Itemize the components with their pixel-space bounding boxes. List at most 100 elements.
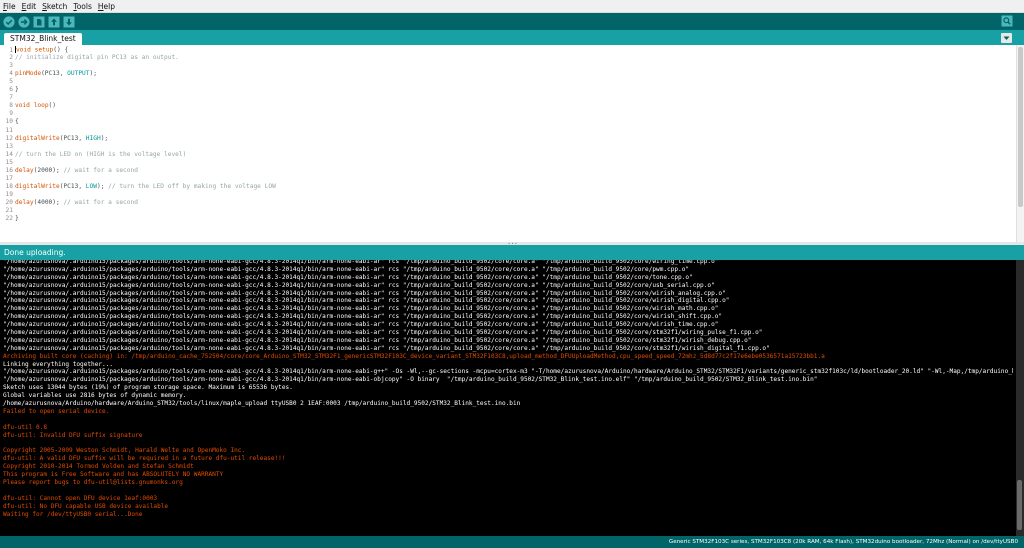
menu-sketch[interactable]: Sketch <box>42 2 67 11</box>
code-line[interactable]: 7 <box>0 94 1014 102</box>
code-token: (PC13, <box>59 182 86 190</box>
upload-icon <box>18 15 30 28</box>
line-number: 9 <box>9 110 13 118</box>
tab-sketch[interactable]: STM32_Blink_test <box>4 33 82 45</box>
code-line[interactable]: 3 <box>0 62 1014 70</box>
open-button[interactable] <box>48 16 60 28</box>
console-scrollbar[interactable] <box>1016 260 1024 536</box>
code-text: } <box>15 215 19 222</box>
toolbar <box>0 13 1024 30</box>
console-scroll-thumb[interactable] <box>1017 480 1022 530</box>
serial-monitor-icon <box>1001 15 1013 27</box>
code-line[interactable]: 1 void setup() { <box>0 46 1014 54</box>
console-line: /home/azurusnova/Arduino/hardware/Arduin… <box>3 400 521 408</box>
code-line[interactable]: 21 <box>0 207 1014 215</box>
line-number: 22 <box>5 215 13 223</box>
code-token: digitalWrite <box>15 182 60 190</box>
console-line: "/home/azurusnova/.arduino15/packages/ar… <box>3 344 770 352</box>
code-token: void <box>15 102 30 110</box>
chevron-down-icon <box>1003 36 1010 40</box>
code-line[interactable]: 6} <box>0 86 1014 94</box>
line-number: 3 <box>9 62 13 70</box>
code-line[interactable]: 22} <box>0 215 1014 223</box>
console-line: "/home/azurusnova/.arduino15/packages/ar… <box>3 265 690 273</box>
code-token: (4000); <box>33 198 64 206</box>
code-line[interactable]: 15 <box>0 159 1014 167</box>
line-number: 18 <box>5 182 13 190</box>
code-token: HIGH <box>85 134 101 142</box>
code-line[interactable]: 2// initialize digital pin PC13 as an ou… <box>0 54 1014 62</box>
code-token: ); <box>89 70 97 78</box>
line-number: 11 <box>5 126 13 134</box>
verify-icon <box>3 15 15 28</box>
code-line[interactable]: 5 <box>0 78 1014 86</box>
code-token: void <box>16 46 31 54</box>
console-line: "/home/azurusnova/.arduino15/packages/ar… <box>3 313 723 321</box>
code-text: delay(4000); // wait for a second <box>15 199 138 206</box>
save-button[interactable] <box>63 16 75 28</box>
console-line: "/home/azurusnova/.arduino15/packages/ar… <box>3 376 818 384</box>
code-text: digitalWrite(PC13, LOW); // turn the LED… <box>15 183 276 190</box>
console-line: "/home/azurusnova/.arduino15/packages/ar… <box>3 273 693 281</box>
code-text: pinMode(PC13, OUTPUT); <box>15 70 97 77</box>
new-button[interactable] <box>33 16 45 28</box>
code-line[interactable]: 11 <box>0 127 1014 135</box>
menu-edit[interactable]: Edit <box>22 2 37 11</box>
code-editor[interactable]: 1 void setup() {2// initialize digital pi… <box>0 45 1024 242</box>
line-number: 17 <box>5 174 13 182</box>
menu-tools[interactable]: Tools <box>73 2 91 11</box>
console-line: Linking everything together... <box>3 360 114 368</box>
console-line: Copyright 2005-2009 Weston Schmidt, Hara… <box>3 447 246 455</box>
line-number: 12 <box>5 134 13 142</box>
upload-button[interactable] <box>18 15 30 28</box>
code-line[interactable]: 18 digitalWrite(PC13, LOW); // turn the L… <box>0 183 1014 191</box>
line-number: 19 <box>5 190 13 198</box>
console-line: Failed to open serial device. <box>3 407 110 415</box>
line-number: 10 <box>5 118 13 126</box>
code-line[interactable]: 14// turn the LED on (HIGH is the voltag… <box>0 151 1014 159</box>
console-line: This program is Free Software and has AB… <box>3 471 224 479</box>
serial-monitor-button[interactable] <box>1001 15 1013 27</box>
editor-scrollbar[interactable] <box>1016 45 1024 242</box>
line-number: 13 <box>5 142 13 150</box>
tab-menu-button[interactable] <box>1001 33 1012 43</box>
line-number: 4 <box>9 70 13 78</box>
code-line[interactable]: 10{ <box>0 118 1014 126</box>
verify-button[interactable] <box>3 15 15 28</box>
save-icon <box>63 16 75 27</box>
code-token: // wait for a second <box>63 198 138 206</box>
code-line[interactable]: 9 <box>0 110 1014 118</box>
code-line[interactable]: 17 <box>0 175 1014 183</box>
menu-file[interactable]: File <box>3 2 16 11</box>
console-line: dfu-util: A valid DFU suffix will be req… <box>3 455 286 463</box>
code-line[interactable]: 12 digitalWrite(PC13, HIGH); <box>0 135 1014 143</box>
code-line[interactable]: 8 void loop() <box>0 102 1014 110</box>
code-token: setup <box>34 46 54 54</box>
console-line: "/home/azurusnova/.arduino15/packages/ar… <box>3 368 1013 376</box>
menu-help[interactable]: Help <box>98 2 115 11</box>
code-line[interactable]: 20 delay(4000); // wait for a second <box>0 199 1014 207</box>
code-text: digitalWrite(PC13, HIGH); <box>15 135 108 142</box>
code-token: () { <box>53 46 69 54</box>
code-token: // turn the LED off by making the voltag… <box>108 182 276 190</box>
console-line: "/home/azurusnova/.arduino15/packages/ar… <box>3 321 719 329</box>
console-output[interactable]: "/home/azurusnova/.arduino15/packages/ar… <box>0 260 1024 536</box>
code-token: loop <box>33 102 49 110</box>
code-line[interactable]: 16 delay(2000); // wait for a second <box>0 167 1014 175</box>
code-line[interactable]: 13 <box>0 143 1014 151</box>
line-number: 8 <box>9 102 13 110</box>
code-text: void setup() { <box>16 47 68 54</box>
code-token: (PC13, <box>59 134 86 142</box>
code-token: (PC13, <box>41 70 68 78</box>
console-line: Please report bugs to dfu-util@lists.gnu… <box>3 478 183 486</box>
console-lines: "/home/azurusnova/.arduino15/packages/ar… <box>3 260 1013 518</box>
code-line[interactable]: 4 pinMode(PC13, OUTPUT); <box>0 70 1014 78</box>
line-number: 6 <box>9 86 13 94</box>
code-line[interactable]: 19 <box>0 191 1014 199</box>
code-text: // turn the LED on (HIGH is the voltage … <box>15 151 186 158</box>
code-text: void loop() <box>15 102 56 109</box>
editor-scroll-thumb[interactable] <box>1018 47 1023 207</box>
line-number: 15 <box>5 158 13 166</box>
